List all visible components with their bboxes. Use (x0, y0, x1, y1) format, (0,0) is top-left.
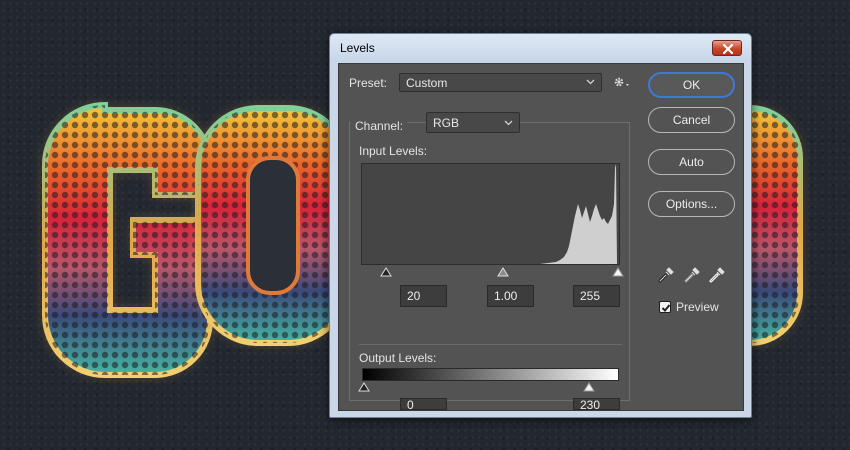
cancel-button[interactable]: Cancel (648, 107, 735, 133)
gray-eyedropper-icon[interactable] (683, 266, 701, 284)
input-white-field[interactable]: 255 (573, 285, 620, 307)
histogram-graph (362, 164, 617, 264)
separator (359, 344, 622, 345)
channel-legend: Channel: (351, 115, 408, 133)
output-white-field[interactable]: 230 (573, 398, 620, 410)
preset-value: Custom (406, 76, 448, 90)
white-eyedropper-icon[interactable] (708, 266, 726, 284)
histogram (361, 163, 620, 265)
input-gamma-field[interactable]: 1.00 (487, 285, 534, 307)
letter-o-artwork (195, 105, 351, 346)
output-black-handle[interactable] (358, 382, 370, 392)
preview-checkbox[interactable] (659, 301, 671, 313)
channel-label: Channel: (355, 119, 404, 133)
input-black-handle[interactable] (380, 267, 392, 277)
preset-label: Preset: (349, 76, 388, 90)
chevron-down-icon (504, 120, 513, 126)
close-button[interactable] (712, 40, 742, 56)
dialog-body: Preset: Custom Channel: RGB Input Levels… (338, 63, 744, 411)
output-levels-label: Output Levels: (359, 351, 437, 365)
input-levels-label: Input Levels: (359, 144, 428, 158)
ok-button[interactable]: OK (648, 72, 735, 98)
gear-icon[interactable] (613, 75, 631, 89)
chevron-down-icon (586, 79, 595, 85)
letter-g-artwork (42, 101, 213, 378)
channel-value: RGB (433, 116, 460, 130)
preset-dropdown[interactable]: Custom (399, 73, 602, 92)
close-icon (722, 44, 734, 54)
black-eyedropper-icon[interactable] (657, 266, 675, 284)
input-white-handle[interactable] (612, 267, 624, 277)
checkmark-icon (661, 304, 671, 312)
dialog-title: Levels (340, 41, 375, 55)
input-black-field[interactable]: 20 (400, 285, 447, 307)
input-gamma-handle[interactable] (497, 267, 509, 277)
auto-button[interactable]: Auto (648, 149, 735, 175)
output-gradient-bar (362, 368, 619, 381)
options-button[interactable]: Options... (648, 191, 735, 217)
levels-dialog: Levels Preset: Custom Channel: RGB Input… (329, 33, 752, 418)
output-black-field[interactable]: 0 (400, 398, 447, 410)
output-white-handle[interactable] (583, 382, 595, 392)
preview-label[interactable]: Preview (676, 300, 719, 314)
channel-dropdown[interactable]: RGB (426, 112, 520, 133)
title-bar[interactable]: Levels (330, 34, 751, 62)
